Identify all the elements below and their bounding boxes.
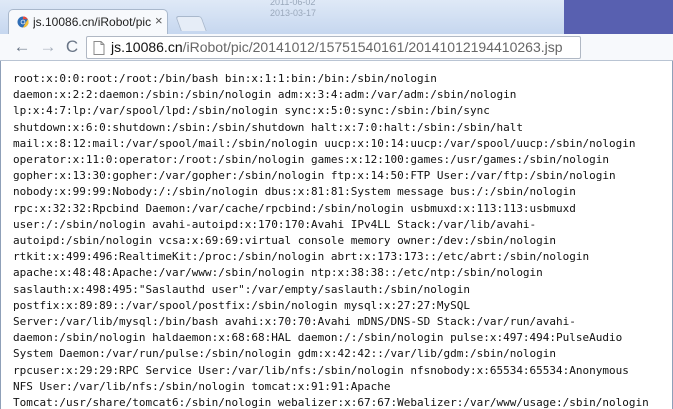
passwd-line: Server:/var/lib/mysql:/bin/bash avahi:x:…: [13, 315, 576, 329]
url-path: /iRobot/pic/20141012/15751540161/2014101…: [182, 39, 563, 55]
passwd-line: daemon:x:2:2:daemon:/sbin:/sbin/nologin …: [13, 88, 517, 102]
passwd-line: rtkit:x:499:496:RealtimeKit:/proc:/sbin/…: [13, 250, 590, 264]
passwd-line: user:/:/sbin/nologin avahi-autoipd:x:170…: [13, 217, 537, 231]
background-date: 2011-06-02: [270, 0, 316, 7]
background-page-hint: 2011-06-02 2013-03-17: [140, 0, 560, 20]
chrome-page-icon: [17, 16, 29, 28]
passwd-line: daemon:/sbin/nologin haldaemon:x:68:68:H…: [13, 331, 623, 345]
forward-button[interactable]: →: [38, 37, 58, 57]
browser-tab-active[interactable]: js.10086.cn/iRobot/pic/... ×: [8, 9, 168, 35]
passwd-line: saslauth:x:498:495:"Saslauthd user":/var…: [13, 282, 470, 296]
address-bar[interactable]: js.10086.cn/iRobot/pic/20141012/15751540…: [86, 36, 581, 59]
back-button[interactable]: ←: [12, 37, 32, 57]
tab-title: js.10086.cn/iRobot/pic/...: [33, 15, 151, 29]
url-text[interactable]: js.10086.cn/iRobot/pic/20141012/15751540…: [111, 39, 563, 55]
tab-close-icon[interactable]: ×: [155, 14, 163, 28]
passwd-line: Tomcat:/usr/share/tomcat6:/sbin/nologin …: [13, 396, 649, 409]
passwd-line: root:x:0:0:root:/root:/bin/bash bin:x:1:…: [13, 72, 437, 85]
passwd-line: rpcuser:x:29:29:RPC Service User:/var/li…: [13, 363, 629, 377]
browser-toolbar: ← → C js.10086.cn/iRobot/pic/20141012/15…: [0, 34, 673, 61]
reload-button[interactable]: C: [62, 37, 82, 57]
passwd-line: NFS User:/var/lib/nfs:/sbin/nologin tomc…: [13, 379, 391, 393]
passwd-line: gopher:x:13:30:gopher:/var/gopher:/sbin/…: [13, 169, 616, 183]
passwd-line: mail:x:8:12:mail:/var/spool/mail:/sbin/n…: [13, 136, 636, 150]
new-tab-icon[interactable]: [175, 16, 207, 31]
passwd-line: System Daemon:/var/run/pulse:/sbin/nolog…: [13, 347, 557, 361]
passwd-text: root:x:0:0:root:/root:/bin/bash bin:x:1:…: [13, 71, 649, 409]
page-icon: [93, 41, 105, 55]
passwd-line: nobody:x:99:99:Nobody:/:/sbin/nologin db…: [13, 185, 576, 199]
page-content: root:x:0:0:root:/root:/bin/bash bin:x:1:…: [0, 61, 673, 409]
passwd-line: shutdown:x:6:0:shutdown:/sbin:/sbin/shut…: [13, 120, 523, 134]
passwd-line: operator:x:11:0:operator:/root:/sbin/nol…: [13, 153, 610, 167]
passwd-line: apache:x:48:48:Apache:/var/www:/sbin/nol…: [13, 266, 543, 280]
url-domain: js.10086.cn: [111, 39, 183, 55]
background-date: 2013-03-17: [270, 8, 317, 18]
passwd-line: postfix:x:89:89::/var/spool/postfix:/sbi…: [13, 298, 470, 312]
passwd-line: lp:x:4:7:lp:/var/spool/lpd:/sbin/nologin…: [13, 104, 490, 118]
passwd-line: rpc:x:32:32:Rpcbind Daemon:/var/cache/rp…: [13, 201, 576, 215]
passwd-line: autoipd:/sbin/nologin vcsa:x:69:69:virtu…: [13, 234, 557, 248]
